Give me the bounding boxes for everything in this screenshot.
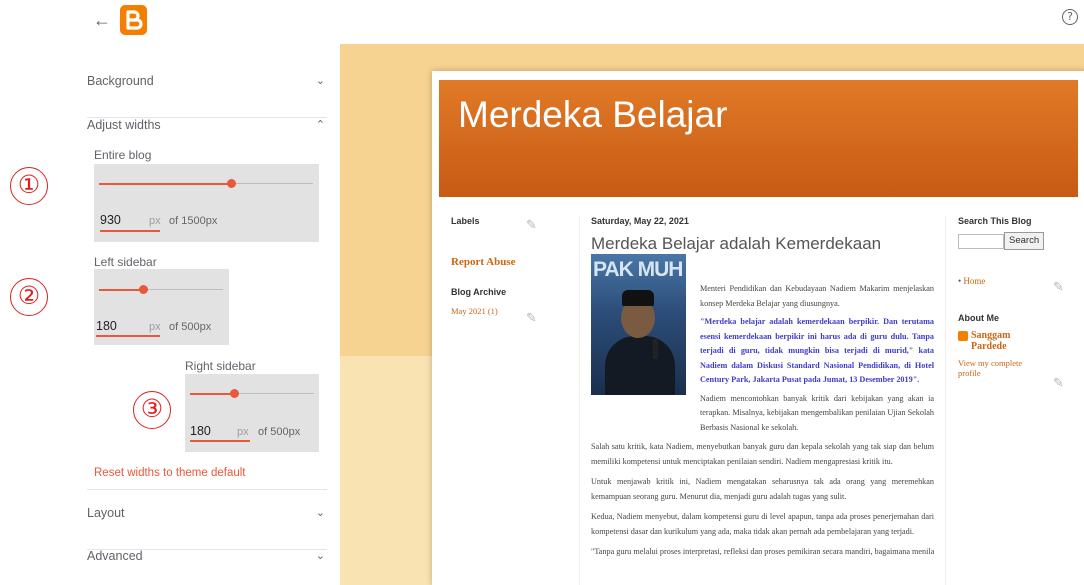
blogger-logo	[120, 5, 147, 35]
section-background[interactable]: Background ⌄	[87, 74, 327, 118]
post-paragraph: Kedua, Nadiem menyebut, dalam kompetensi…	[591, 512, 934, 536]
entire-blog-input-underline	[100, 230, 160, 232]
blog-archive-title: Blog Archive	[451, 287, 507, 297]
left-sidebar-label: Left sidebar	[94, 255, 157, 269]
blog-header: Merdeka Belajar	[439, 80, 1078, 197]
entire-blog-label: Entire blog	[94, 148, 152, 162]
post-paragraph: Nadiem mencontohkan banyak kritik dari k…	[700, 393, 934, 432]
annotation-marker-3: ③	[133, 391, 171, 429]
edit-widget-icon[interactable]: ✎	[1053, 376, 1064, 391]
entire-blog-unit: px	[149, 215, 161, 227]
edit-widget-icon[interactable]: ✎	[1053, 280, 1064, 295]
search-button[interactable]: Search	[1004, 232, 1045, 250]
section-layout-label: Layout	[87, 506, 125, 520]
right-sidebar-slider-track[interactable]	[190, 392, 314, 395]
report-abuse-link[interactable]: Report Abuse	[451, 256, 561, 268]
annotation-marker-2: ②	[10, 278, 48, 316]
view-profile-link[interactable]: View my complete profile	[958, 358, 1030, 378]
blog-preview: Merdeka Belajar Labels ✎ Report Abuse Bl…	[340, 44, 1084, 585]
author-name[interactable]: Sanggam Pardede	[971, 330, 1031, 352]
left-sidebar-slider-thumb[interactable]	[139, 285, 149, 294]
left-sidebar-slider-track[interactable]	[99, 288, 223, 291]
entire-blog-control: px of 1500px	[94, 164, 319, 242]
edit-widget-icon[interactable]: ✎	[526, 311, 537, 326]
help-icon[interactable]: ?	[1062, 9, 1078, 25]
left-sidebar-input-underline	[96, 335, 160, 337]
search-widget-title: Search This Blog	[958, 216, 1032, 226]
search-input[interactable]	[958, 233, 1004, 249]
section-adjust-widths-label: Adjust widths	[87, 118, 161, 132]
right-sidebar: Search This Blog Search • Home ✎ About M…	[958, 216, 1083, 391]
post-paragraph: Untuk menjawab kritik ini, Nadiem mengat…	[591, 477, 934, 501]
left-sidebar-control: px of 500px	[94, 269, 229, 345]
chevron-up-icon: ⌃	[315, 118, 325, 131]
left-sidebar-unit: px	[149, 321, 161, 333]
annotation-marker-1: ①	[10, 167, 48, 205]
post-date: Saturday, May 22, 2021	[591, 216, 689, 226]
photo-backdrop-text: PAK MUH	[593, 258, 683, 281]
right-sidebar-slider-thumb[interactable]	[230, 389, 240, 398]
back-arrow-icon[interactable]: ←	[92, 10, 112, 30]
post-paragraph: Salah satu kritik, kata Nadiem, menyebut…	[591, 442, 934, 466]
chevron-down-icon: ⌄	[315, 74, 325, 87]
archive-item-may-2021[interactable]: May 2021 (1)	[451, 306, 561, 316]
right-sidebar-unit: px	[237, 426, 249, 438]
entire-blog-max: of 1500px	[169, 215, 218, 227]
section-layout[interactable]: Layout ⌄	[87, 506, 327, 550]
theme-designer-panel: Background ⌄ Adjust widths ⌃ Entire blog…	[0, 44, 340, 585]
right-sidebar-input[interactable]	[190, 424, 240, 438]
entire-blog-slider-track[interactable]	[99, 182, 313, 185]
left-sidebar-input[interactable]	[96, 319, 146, 333]
blog-title[interactable]: Merdeka Belajar	[458, 94, 727, 136]
post-intro: Menteri Pendidikan dan Kebudayaan Nadiem…	[700, 284, 934, 308]
left-sidebar-max: of 500px	[169, 321, 212, 333]
section-advanced-label: Advanced	[87, 549, 143, 563]
reset-widths-link[interactable]: Reset widths to theme default	[94, 467, 246, 479]
edit-widget-icon[interactable]: ✎	[526, 218, 537, 233]
post-photo: PAK MUH	[591, 254, 686, 395]
entire-blog-slider-thumb[interactable]	[227, 179, 237, 188]
post-paragraph: "Tanpa guru melalui proses interpretasi,…	[591, 547, 934, 556]
divider	[87, 489, 327, 490]
chevron-down-icon: ⌄	[315, 506, 325, 519]
chevron-down-icon: ⌄	[315, 549, 325, 562]
home-link[interactable]: Home	[963, 276, 985, 286]
section-adjust-widths[interactable]: Adjust widths ⌃	[87, 118, 327, 148]
right-sidebar-input-underline	[190, 440, 250, 442]
section-advanced[interactable]: Advanced ⌄	[87, 549, 327, 585]
blogger-profile-icon	[958, 331, 968, 342]
post-quote: "Merdeka belajar adalah kemerdekaan berp…	[700, 317, 934, 384]
pages-list: • Home	[958, 276, 986, 287]
right-sidebar-label: Right sidebar	[185, 359, 256, 373]
right-sidebar-control: px of 500px	[185, 374, 319, 452]
about-me-title: About Me	[958, 313, 999, 324]
blog-page: Merdeka Belajar Labels ✎ Report Abuse Bl…	[432, 71, 1084, 585]
labels-widget-title: Labels	[451, 216, 480, 226]
post-column: Saturday, May 22, 2021 Merdeka Belajar a…	[579, 216, 946, 585]
section-background-label: Background	[87, 74, 154, 88]
entire-blog-input[interactable]	[100, 213, 150, 227]
left-sidebar: Labels ✎ Report Abuse Blog Archive May 2…	[451, 216, 561, 326]
right-sidebar-max: of 500px	[258, 426, 301, 438]
